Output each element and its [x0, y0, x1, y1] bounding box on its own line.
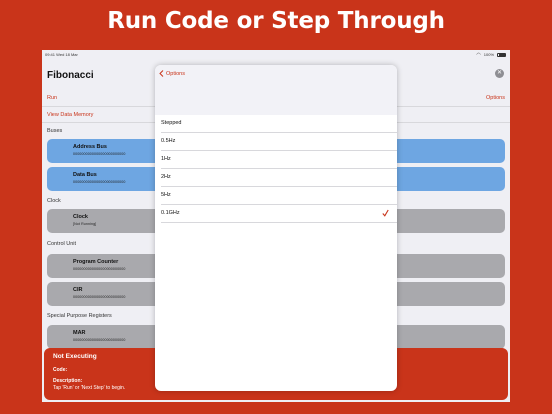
- card-title: CIR: [73, 287, 83, 293]
- option-label: Stepped: [161, 120, 182, 126]
- options-modal: Options Stepped 0.5Hz 1Hz 2Hz 5Hz 0.1GHz: [155, 65, 397, 391]
- status-bar: 09:41 Wed 18 Mar ◠ 100%: [42, 50, 510, 60]
- option-label: 1Hz: [161, 156, 171, 162]
- option-0-1ghz[interactable]: 0.1GHz: [155, 205, 397, 223]
- battery-icon: [497, 52, 506, 57]
- battery-percent: 100%: [483, 52, 494, 57]
- card-title: Clock: [73, 214, 88, 220]
- promo-headline: Run Code or Step Through: [107, 8, 445, 34]
- back-label: Options: [166, 70, 185, 77]
- options-button[interactable]: Options: [486, 95, 505, 101]
- option-label: 2Hz: [161, 174, 171, 180]
- card-title: Data Bus: [73, 172, 97, 178]
- status-clock: 09:41: [45, 52, 56, 57]
- status-title: Not Executing: [53, 353, 97, 360]
- card-value: 0000000000000000000000000: [73, 295, 126, 299]
- chevron-left-icon: [159, 70, 164, 77]
- option-stepped[interactable]: Stepped: [155, 115, 397, 133]
- section-label-special-registers: Special Purpose Registers: [47, 313, 112, 319]
- card-value: [Not Running]: [73, 222, 97, 226]
- back-button[interactable]: Options: [159, 70, 185, 77]
- status-time: 09:41 Wed 18 Mar: [45, 52, 78, 57]
- card-title: Program Counter: [73, 259, 119, 265]
- option-1hz[interactable]: 1Hz: [155, 151, 397, 169]
- section-label-buses: Buses: [47, 128, 63, 134]
- status-indicators: ◠ 100%: [476, 52, 506, 57]
- section-label-control-unit: Control Unit: [47, 241, 77, 247]
- card-value: 0000000000000000000000000: [73, 267, 126, 271]
- option-2hz[interactable]: 2Hz: [155, 169, 397, 187]
- status-date: Wed 18 Mar: [56, 52, 78, 57]
- run-button[interactable]: Run: [47, 95, 57, 101]
- option-label: 5Hz: [161, 192, 171, 198]
- page-title: Fibonacci: [47, 70, 94, 81]
- card-title: Address Bus: [73, 144, 107, 150]
- modal-header: Options: [155, 65, 397, 115]
- option-label: 0.5Hz: [161, 138, 176, 144]
- status-code-label: Code:: [53, 367, 68, 373]
- divider: [161, 222, 397, 223]
- option-0-5hz[interactable]: 0.5Hz: [155, 133, 397, 151]
- option-5hz[interactable]: 5Hz: [155, 187, 397, 205]
- card-value: 0000000000000000000000000: [73, 338, 126, 342]
- checkmark-icon: [382, 209, 389, 217]
- close-icon[interactable]: ✕: [495, 69, 504, 78]
- card-value: 0000000000000000000000000: [73, 180, 126, 184]
- card-value: 0000000000000000000000000: [73, 152, 126, 156]
- status-description: Tap 'Run' or 'Next Step' to begin.: [53, 385, 126, 391]
- wifi-icon: ◠: [476, 51, 481, 58]
- status-description-label: Description:: [53, 378, 83, 384]
- view-data-memory-link[interactable]: View Data Memory: [47, 112, 93, 118]
- section-label-clock: Clock: [47, 198, 61, 204]
- option-label: 0.1GHz: [161, 210, 180, 216]
- card-title: MAR: [73, 330, 86, 336]
